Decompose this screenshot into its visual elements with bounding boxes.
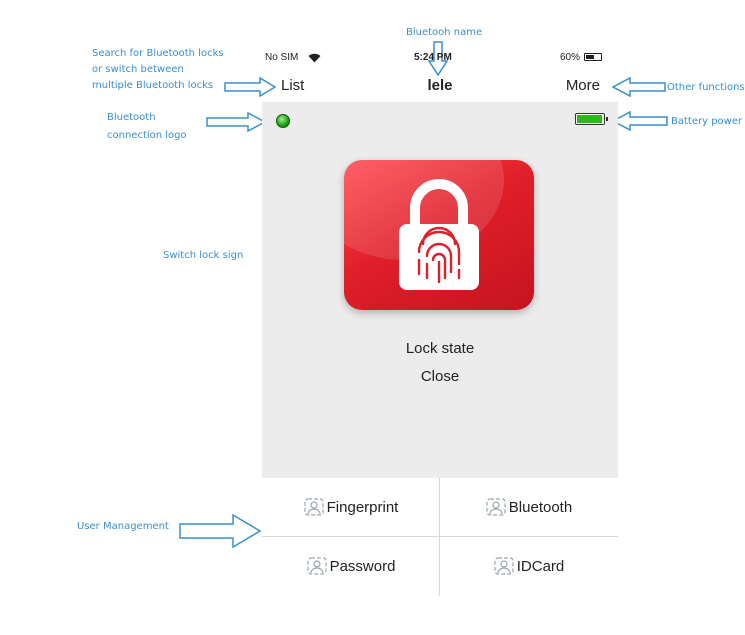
user-icon: [306, 557, 327, 575]
bluetooth-label: Bluetooth: [508, 498, 573, 516]
arrow-right-icon: [179, 514, 261, 548]
lock-battery-icon: [575, 113, 608, 125]
carrier-label: No SIM: [265, 52, 299, 63]
password-button[interactable]: Password: [262, 537, 440, 595]
battery-percent: 60%: [560, 52, 581, 63]
password-label: Password: [329, 557, 396, 575]
lock-screen: Lock state Close: [262, 102, 618, 478]
user-icon: [486, 498, 506, 516]
more-button[interactable]: More: [566, 77, 600, 94]
fingerprint-label: Fingerprint: [326, 498, 399, 516]
idcard-button[interactable]: IDCard: [440, 537, 618, 595]
arrow-right-icon: [206, 112, 266, 132]
lock-name-title: lele: [427, 77, 453, 94]
annotation-battery-power: Battery power: [671, 116, 743, 127]
fingerprint-lock-icon: [399, 179, 479, 290]
annotation-search-line3: multiple Bluetooth locks: [92, 80, 214, 91]
nav-bar: List lele More: [262, 73, 618, 97]
arrow-left-icon: [612, 77, 666, 97]
lock-state-label: Lock state: [405, 340, 475, 357]
fingerprint-button[interactable]: Fingerprint: [262, 478, 440, 536]
lock-state-value: Close: [420, 368, 460, 385]
annotation-search-line1: Search for Bluetooth locks: [92, 48, 224, 59]
annotation-switch-lock: Switch lock sign: [163, 250, 244, 261]
annotation-user-management: User Management: [77, 521, 169, 532]
annotation-bluetooth-name: Bluetooh name: [406, 27, 483, 38]
annotation-other-functions: Other functions: [667, 82, 745, 93]
status-time: 5:24 PM: [414, 52, 452, 63]
annotation-connection-line1: Bluetooth: [107, 112, 156, 123]
annotation-search-line2: or switch between: [92, 64, 184, 75]
status-battery-icon: [584, 53, 602, 61]
user-icon: [304, 498, 324, 516]
annotation-connection-line2: connection logo: [107, 130, 187, 141]
bluetooth-connection-icon: [276, 114, 290, 128]
user-management-grid: Fingerprint Bluetooth Password IDCard: [262, 478, 618, 596]
lock-battery-fill: [577, 115, 603, 123]
arrow-left-icon: [612, 111, 668, 131]
user-icon: [494, 557, 514, 575]
switch-lock-button[interactable]: [344, 160, 534, 310]
wifi-icon: [308, 53, 321, 63]
bluetooth-button[interactable]: Bluetooth: [440, 478, 618, 536]
status-bar: No SIM 5:24 PM 60%: [262, 52, 618, 68]
idcard-label: IDCard: [516, 557, 565, 575]
